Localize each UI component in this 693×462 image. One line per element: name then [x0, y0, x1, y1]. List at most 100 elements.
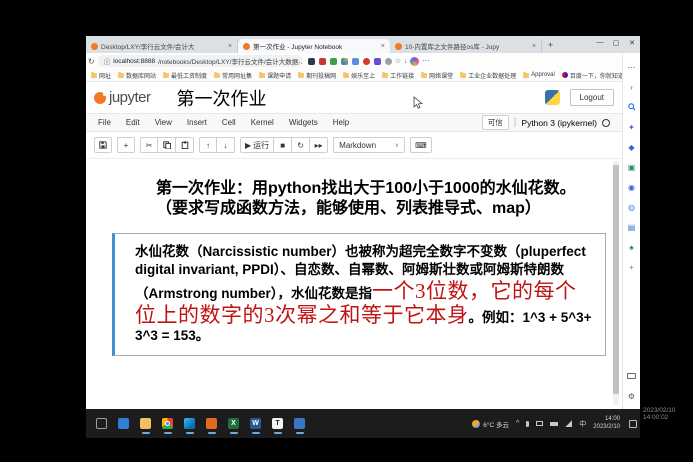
interrupt-kernel-button[interactable]: ■ [274, 137, 292, 153]
restart-run-all-button[interactable]: ▸▸ [310, 137, 328, 153]
menu-widgets[interactable]: Widgets [289, 118, 318, 127]
extension-icon[interactable] [341, 58, 348, 65]
move-cell-down-button[interactable]: ↓ [217, 137, 235, 153]
cut-cell-button[interactable]: ✂ [140, 137, 158, 153]
bookmark-item[interactable]: 娱乐至上 [343, 71, 375, 80]
jupyter-logo[interactable]: jupyter [94, 89, 151, 106]
typora-icon[interactable]: T [271, 416, 284, 431]
menu-kernel[interactable]: Kernel [251, 118, 274, 127]
outlook-icon[interactable]: ▤ [623, 217, 640, 237]
paste-cell-button[interactable] [176, 137, 194, 153]
taskbar-clock[interactable]: 14:00 2023/2/10 [593, 416, 620, 431]
copy-cell-button[interactable] [158, 137, 176, 153]
bookmark-item[interactable]: Approval [523, 72, 555, 78]
extension-icon[interactable] [352, 58, 359, 65]
word-icon[interactable]: W [249, 416, 262, 431]
move-cell-up-button[interactable]: ↑ [199, 137, 217, 153]
microphone-icon[interactable] [526, 421, 529, 427]
scrollbar-thumb[interactable] [613, 165, 619, 394]
browser-tab-2-active[interactable]: 第一次作业 - Jupyter Notebook × [238, 39, 390, 53]
screenshot-icon[interactable] [623, 366, 640, 386]
logout-button[interactable]: Logout [570, 89, 614, 106]
mouse-cursor [413, 96, 423, 110]
notebook-title[interactable]: 第一次作业 [177, 85, 267, 111]
display-icon[interactable] [536, 421, 543, 426]
downloads-icon[interactable]: ↓ [404, 58, 408, 65]
weather-widget[interactable]: 6°C 多云 [472, 419, 509, 429]
save-button[interactable] [94, 137, 112, 153]
selected-markdown-cell[interactable]: 水仙花数（Narcissistic number）也被称为超完全数字不变数（pl… [112, 233, 606, 356]
ime-indicator[interactable]: 中 [579, 419, 586, 429]
favorites-icon[interactable]: ☆ [395, 57, 401, 65]
extension-icon[interactable] [363, 58, 370, 65]
chrome-icon[interactable] [161, 416, 174, 431]
tab-close-icon[interactable]: × [381, 43, 385, 50]
page-scrollbar[interactable] [613, 161, 619, 405]
menu-help[interactable]: Help [333, 118, 349, 127]
run-cell-button[interactable]: ▶ 运行 [240, 137, 274, 153]
bookmark-item[interactable]: 数据库网站 [118, 71, 156, 80]
bookmark-item[interactable]: 网络课堂 [421, 71, 453, 80]
start-button[interactable] [117, 416, 130, 431]
hidden-icons-chevron[interactable]: ^ [516, 420, 519, 427]
people-icon[interactable]: ◉ [623, 177, 640, 197]
menu-edit[interactable]: Edit [126, 118, 140, 127]
markdown-heading-cell[interactable]: 第一次作业：用python找出大于100小于1000的水仙花数。（要求写成函数方… [156, 179, 586, 220]
excel-icon[interactable]: X [227, 416, 240, 431]
more-options-icon[interactable]: ⋯ [422, 57, 429, 65]
new-tab-button[interactable]: + [542, 40, 559, 50]
bookmark-item-baidu[interactable]: 百度一下，你就知道 [562, 71, 622, 80]
copilot-icon[interactable]: ✦ [623, 117, 640, 137]
extension-icon[interactable] [308, 58, 315, 65]
orange-app-icon[interactable] [205, 416, 218, 431]
browser-tab-3[interactable]: 10-内置库之文件路径os库 - Jupy × [390, 39, 542, 53]
add-sidebar-icon[interactable]: + [623, 257, 640, 277]
bookmark-item[interactable]: 课题申请 [259, 71, 291, 80]
profile-avatar[interactable] [410, 57, 419, 66]
close-button[interactable]: ✕ [624, 36, 640, 49]
bookmark-item[interactable]: 工作链接 [382, 71, 414, 80]
cell-type-dropdown[interactable]: Markdown ∨ [333, 137, 405, 153]
network-icon[interactable] [565, 420, 572, 427]
add-cell-button[interactable]: + [117, 137, 135, 153]
folder-icon [163, 73, 169, 78]
extension-icon[interactable] [374, 58, 381, 65]
tab-close-icon[interactable]: × [228, 43, 232, 50]
command-palette-button[interactable]: ⌨ [410, 137, 432, 153]
blue-app-icon[interactable] [293, 416, 306, 431]
tab-close-icon[interactable]: × [532, 43, 536, 50]
games-icon[interactable]: ▣ [623, 157, 640, 177]
bookmark-item[interactable]: 最低工资制度 [163, 71, 207, 80]
bookmark-item[interactable]: 网址 [91, 71, 111, 80]
site-info-icon[interactable]: ⓘ [104, 56, 111, 66]
extension-icon[interactable] [319, 58, 326, 65]
tools-icon[interactable]: ◆ [623, 137, 640, 157]
menu-insert[interactable]: Insert [187, 118, 207, 127]
sidebar-expand-icon[interactable]: › [623, 77, 640, 97]
settings-gear-icon[interactable]: ⚙ [623, 386, 640, 406]
refresh-icon[interactable]: ↻ [88, 57, 95, 66]
notification-center-icon[interactable] [629, 420, 637, 428]
tree-icon[interactable]: ♠ [623, 237, 640, 257]
extension-icon[interactable] [385, 58, 392, 65]
task-view-icon[interactable] [95, 416, 108, 431]
office-icon[interactable]: ◍ [623, 197, 640, 217]
bookmark-item[interactable]: 工业企业数据处理 [460, 71, 516, 80]
browser-tab-1[interactable]: Desktop/LXY/李行云文件/会计大 × [86, 39, 238, 53]
url-input[interactable]: ⓘ localhost:8888 /notebooks/Desktop/LXY/… [98, 55, 303, 67]
search-icon[interactable] [623, 97, 640, 117]
menu-file[interactable]: File [98, 118, 111, 127]
file-explorer-icon[interactable] [139, 416, 152, 431]
battery-icon[interactable] [550, 422, 558, 426]
bookmark-item[interactable]: 期刊投稿网 [298, 71, 336, 80]
menu-cell[interactable]: Cell [222, 118, 236, 127]
extension-icon[interactable] [330, 58, 337, 65]
menu-view[interactable]: View [155, 118, 172, 127]
maximize-button[interactable]: ▢ [608, 36, 624, 49]
sidebar-more-icon[interactable]: ⋯ [623, 57, 640, 77]
date-text: 2023/2/10 [593, 424, 620, 432]
restart-kernel-button[interactable]: ↻ [292, 137, 310, 153]
bookmark-item[interactable]: 常用网址集 [214, 71, 252, 80]
edge-icon[interactable] [183, 416, 196, 431]
minimize-button[interactable]: — [592, 36, 608, 49]
